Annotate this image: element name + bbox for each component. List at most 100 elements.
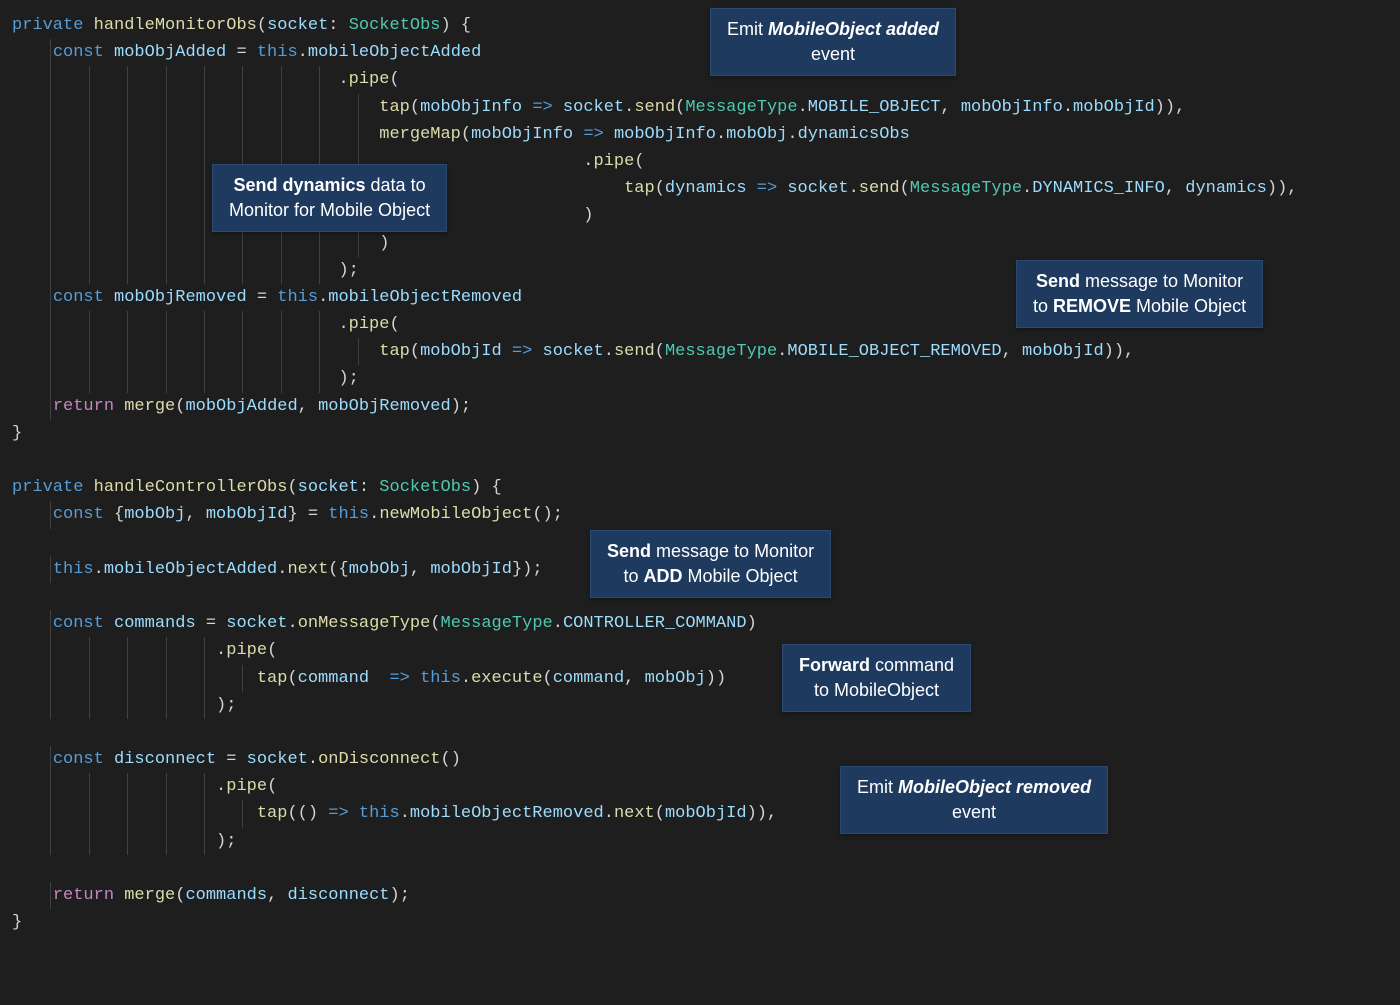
indent-guide xyxy=(204,148,205,175)
indent-guide xyxy=(204,773,205,800)
indent-guide xyxy=(166,257,167,284)
indent-guide xyxy=(50,39,51,66)
code-line-27: const disconnect = socket.onDisconnect() xyxy=(0,746,1400,773)
indent-guide xyxy=(166,230,167,257)
indent-guide xyxy=(89,175,90,202)
indent-guide xyxy=(50,66,51,93)
indent-guide xyxy=(166,338,167,365)
indent-guide xyxy=(242,121,243,148)
indent-guide xyxy=(50,202,51,229)
indent-guide xyxy=(127,692,128,719)
code-line-13: ); xyxy=(0,365,1400,392)
indent-guide xyxy=(204,338,205,365)
indent-guide xyxy=(358,121,359,148)
indent-guide xyxy=(166,365,167,392)
indent-guide xyxy=(50,828,51,855)
indent-guide xyxy=(127,828,128,855)
indent-guide xyxy=(127,202,128,229)
indent-guide xyxy=(242,365,243,392)
code-line-32: return merge(commands, disconnect); xyxy=(0,882,1400,909)
indent-guide xyxy=(50,338,51,365)
indent-guide xyxy=(50,284,51,311)
indent-guide xyxy=(166,800,167,827)
indent-guide xyxy=(50,393,51,420)
code-line-18: const {mobObj, mobObjId} = this.newMobil… xyxy=(0,501,1400,528)
code-line-17: private handleControllerObs(socket: Sock… xyxy=(0,474,1400,501)
indent-guide xyxy=(319,230,320,257)
indent-guide xyxy=(358,338,359,365)
indent-guide xyxy=(127,365,128,392)
indent-guide xyxy=(204,365,205,392)
code-line-30: ); xyxy=(0,828,1400,855)
indent-guide xyxy=(166,311,167,338)
indent-guide xyxy=(166,692,167,719)
code-line-22: const commands = socket.onMessageType(Me… xyxy=(0,610,1400,637)
indent-guide xyxy=(242,257,243,284)
callout-emit-removed: Emit MobileObject removedevent xyxy=(840,766,1108,834)
indent-guide xyxy=(50,501,51,528)
indent-guide xyxy=(242,230,243,257)
indent-guide xyxy=(89,148,90,175)
indent-guide xyxy=(204,175,205,202)
indent-guide xyxy=(319,66,320,93)
indent-guide xyxy=(127,121,128,148)
indent-guide xyxy=(50,148,51,175)
indent-guide xyxy=(127,230,128,257)
code-line-7: ) xyxy=(0,202,1400,229)
code-line-33: } xyxy=(0,909,1400,936)
indent-guide xyxy=(166,637,167,664)
indent-guide xyxy=(50,773,51,800)
indent-guide xyxy=(242,311,243,338)
indent-guide xyxy=(89,121,90,148)
indent-guide xyxy=(242,94,243,121)
indent-guide xyxy=(204,828,205,855)
indent-guide xyxy=(204,230,205,257)
indent-guide xyxy=(166,94,167,121)
indent-guide xyxy=(319,338,320,365)
code-line-23: .pipe( xyxy=(0,637,1400,664)
indent-guide xyxy=(89,692,90,719)
callout-send-remove: Send message to Monitorto REMOVE Mobile … xyxy=(1016,260,1263,328)
indent-guide xyxy=(281,230,282,257)
callout-send-dynamics: Send dynamics data toMonitor for Mobile … xyxy=(212,164,447,232)
indent-guide xyxy=(89,311,90,338)
code-line-29: tap(() => this.mobileObjectRemoved.next(… xyxy=(0,800,1400,827)
indent-guide xyxy=(89,66,90,93)
code-line-25: ); xyxy=(0,692,1400,719)
indent-guide xyxy=(358,230,359,257)
indent-guide xyxy=(89,257,90,284)
indent-guide xyxy=(319,94,320,121)
indent-guide xyxy=(281,257,282,284)
indent-guide xyxy=(242,338,243,365)
code-line-28: .pipe( xyxy=(0,773,1400,800)
indent-guide xyxy=(50,665,51,692)
indent-guide xyxy=(166,773,167,800)
code-line-16 xyxy=(0,447,1400,474)
indent-guide xyxy=(166,665,167,692)
indent-guide xyxy=(204,637,205,664)
indent-guide xyxy=(50,257,51,284)
indent-guide xyxy=(127,338,128,365)
indent-guide xyxy=(242,66,243,93)
indent-guide xyxy=(204,121,205,148)
indent-guide xyxy=(89,94,90,121)
indent-guide xyxy=(50,230,51,257)
indent-guide xyxy=(358,94,359,121)
indent-guide xyxy=(89,338,90,365)
code-line-14: return merge(mobObjAdded, mobObjRemoved)… xyxy=(0,393,1400,420)
indent-guide xyxy=(281,365,282,392)
code-line-24: tap(command => this.execute(command, mob… xyxy=(0,665,1400,692)
indent-guide xyxy=(50,637,51,664)
indent-guide xyxy=(319,311,320,338)
indent-guide xyxy=(50,365,51,392)
code-line-5: .pipe( xyxy=(0,148,1400,175)
indent-guide xyxy=(281,311,282,338)
indent-guide xyxy=(50,121,51,148)
indent-guide xyxy=(127,94,128,121)
indent-guide xyxy=(204,311,205,338)
indent-guide xyxy=(204,202,205,229)
indent-guide xyxy=(204,94,205,121)
indent-guide xyxy=(281,94,282,121)
callout-send-add: Send message to Monitorto ADD Mobile Obj… xyxy=(590,530,831,598)
indent-guide xyxy=(89,365,90,392)
